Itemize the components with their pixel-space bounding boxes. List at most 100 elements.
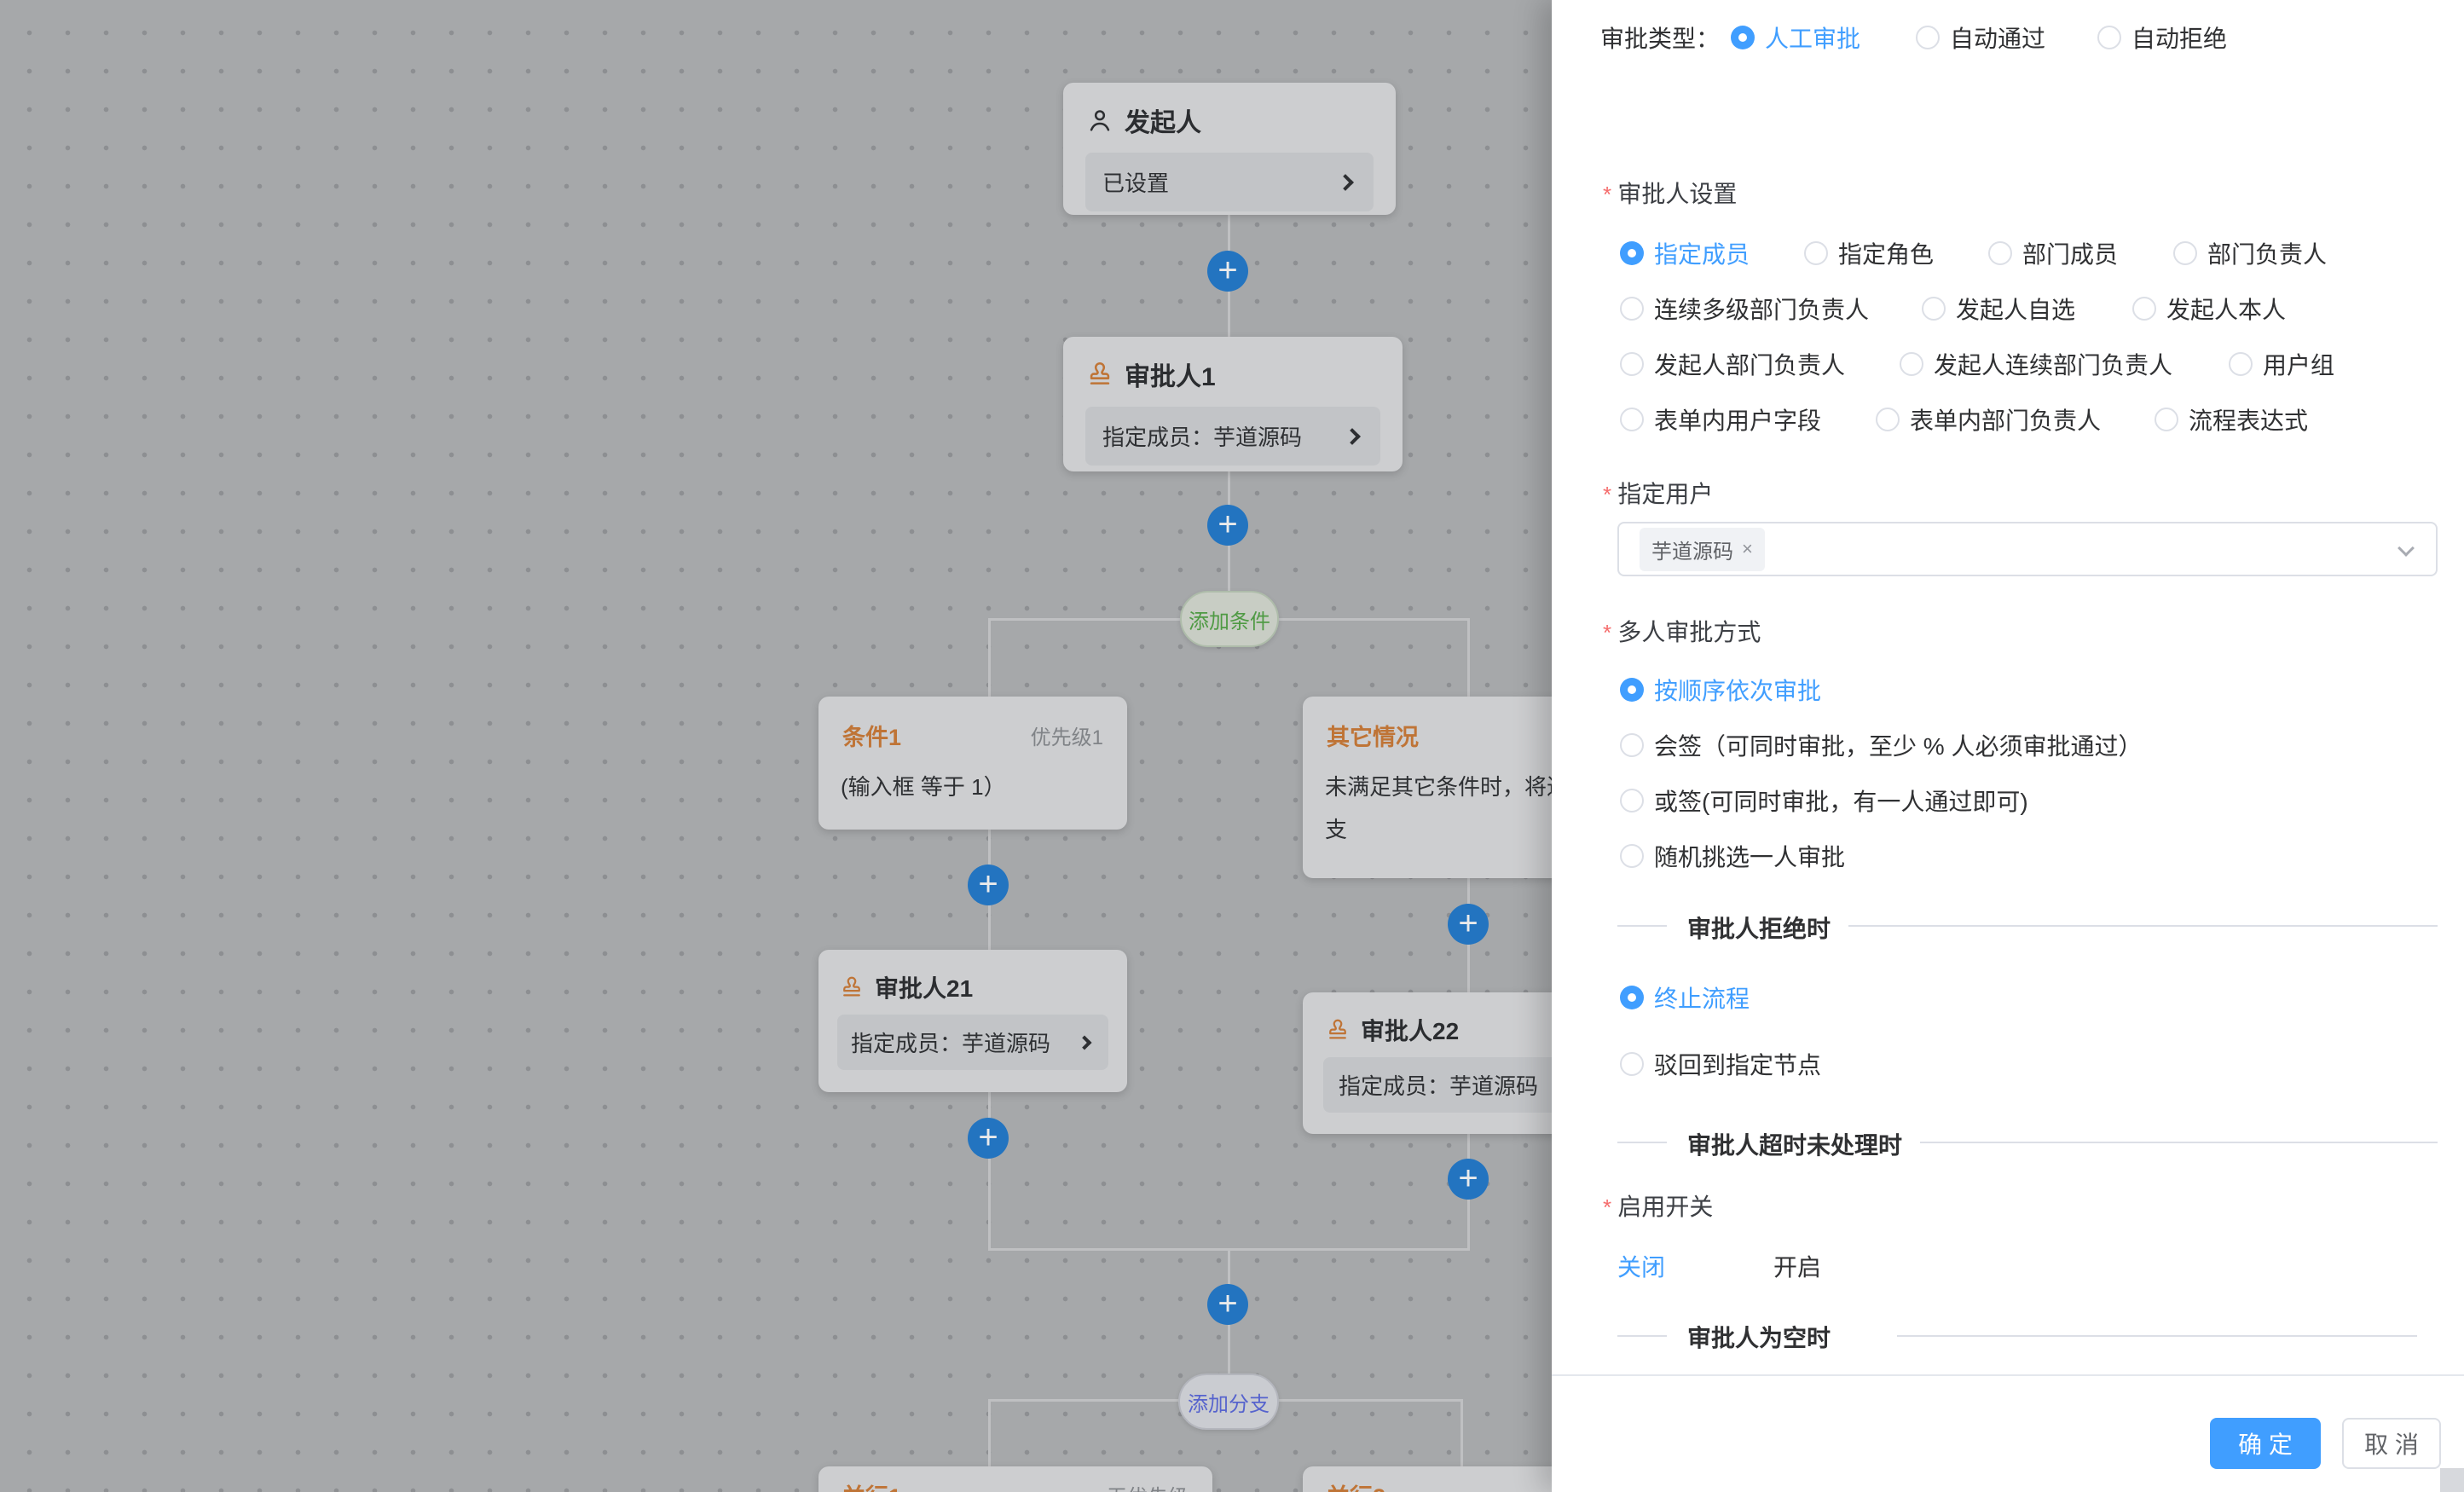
footer-divider: [1552, 1374, 2464, 1376]
node-approver1-header: 审批人1: [1063, 337, 1403, 403]
node-approver1[interactable]: 审批人1 指定成员：芋道源码: [1063, 337, 1403, 471]
radio-multi-level-dept-leader[interactable]: 连续多级部门负责人: [1620, 292, 1869, 326]
stamp-icon: [1085, 360, 1114, 389]
add-node-button[interactable]: [968, 865, 1009, 905]
radio-icon: [1620, 789, 1644, 813]
radio-assign-role[interactable]: 指定角色: [1804, 236, 1934, 270]
radio-dept-leader[interactable]: 部门负责人: [2173, 236, 2327, 270]
radio-icon: [1804, 241, 1828, 265]
add-condition-button[interactable]: 添加条件: [1180, 591, 1279, 647]
multi-approve-label: 多人审批方式: [1603, 614, 1761, 648]
radio-process-expression[interactable]: 流程表达式: [2155, 402, 2308, 437]
user-tag[interactable]: 芋道源码 ×: [1640, 528, 1765, 571]
node-config-row[interactable]: 已设置: [1085, 153, 1374, 211]
add-branch-label: 添加分支: [1188, 1387, 1270, 1417]
node-approver21[interactable]: 审批人21 指定成员：芋道源码: [818, 950, 1127, 1092]
add-node-button[interactable]: [1207, 505, 1248, 546]
assign-user-select[interactable]: 芋道源码 ×: [1617, 522, 2438, 576]
node-config-text: 指定成员：芋道源码: [851, 1026, 1050, 1058]
connector-line: [988, 618, 991, 697]
add-node-button[interactable]: [1207, 251, 1248, 292]
divider-line: [1617, 1142, 1667, 1143]
add-node-button[interactable]: [1207, 1284, 1248, 1325]
radio-sequential[interactable]: 按顺序依次审批: [1620, 673, 1821, 707]
node-config-text: 指定成员：芋道源码: [1102, 420, 1302, 452]
on-empty-section-clipped: 审批人为空时: [1582, 1315, 2438, 1350]
radio-selected-icon: [1620, 678, 1644, 702]
condition-expression: (输入框 等于 1）: [818, 759, 1127, 815]
chevron-right-icon: [1344, 428, 1361, 445]
switch-on-label[interactable]: 开启: [1773, 1249, 1821, 1283]
parallel-title: 并行1: [842, 1478, 901, 1492]
condition-title: 条件1: [842, 719, 901, 752]
radio-initiator-choose[interactable]: 发起人自选: [1922, 292, 2075, 326]
radio-random-one[interactable]: 随机挑选一人审批: [1620, 839, 1845, 873]
approve-type-label: 审批类型：: [1600, 20, 1720, 55]
radio-orsign[interactable]: 或签(可同时审批，有一人通过即可): [1620, 784, 2028, 818]
parallel-header: 并行1 无优先级: [818, 1466, 1212, 1492]
node-title: 发起人: [1125, 101, 1201, 139]
parallel-title: 并行2: [1327, 1478, 1385, 1492]
node-parallel1[interactable]: 并行1 无优先级: [818, 1466, 1212, 1492]
confirm-button[interactable]: 确 定: [2210, 1418, 2321, 1469]
radio-selected-icon: [1620, 241, 1644, 265]
node-condition1[interactable]: 条件1 优先级1 (输入框 等于 1）: [818, 697, 1127, 830]
radio-initiator-multi-dept-leader[interactable]: 发起人连续部门负责人: [1900, 347, 2172, 381]
divider-line: [1848, 925, 2438, 927]
radio-assign-member[interactable]: 指定成员: [1620, 236, 1750, 270]
stamp-icon: [839, 974, 865, 1000]
on-timeout-title: 审批人超时未处理时: [1687, 1127, 1902, 1161]
divider-line: [1920, 1142, 2438, 1143]
divider-line: [1897, 1335, 2417, 1337]
radio-icon: [2097, 26, 2121, 49]
flow-canvas: 发起人 已设置 审批人1 指定成员：芋道源码 添加条件: [0, 0, 1552, 1492]
radio-manual-approve[interactable]: 人工审批: [1731, 20, 1860, 55]
radio-initiator-dept-leader[interactable]: 发起人部门负责人: [1620, 347, 1845, 381]
radio-initiator-self[interactable]: 发起人本人: [2132, 292, 2286, 326]
add-condition-label: 添加条件: [1189, 604, 1270, 634]
radio-selected-icon: [1731, 26, 1755, 49]
radio-user-group[interactable]: 用户组: [2229, 347, 2334, 381]
node-start[interactable]: 发起人 已设置: [1063, 83, 1396, 215]
radio-icon: [1620, 408, 1644, 431]
node-config-row[interactable]: 指定成员：芋道源码: [1085, 407, 1380, 466]
radio-auto-pass[interactable]: 自动通过: [1916, 20, 2045, 55]
add-node-button[interactable]: [968, 1118, 1009, 1159]
cancel-button[interactable]: 取 消: [2342, 1418, 2441, 1469]
add-node-button[interactable]: [1448, 904, 1489, 945]
radio-dept-member[interactable]: 部门成员: [1988, 236, 2118, 270]
tag-close-icon[interactable]: ×: [1742, 538, 1753, 560]
chevron-right-icon: [1337, 174, 1354, 191]
stamp-icon: [1325, 1017, 1351, 1043]
radio-icon: [2132, 297, 2156, 321]
radio-icon: [1620, 297, 1644, 321]
parallel-priority: 无优先级: [1107, 1480, 1189, 1492]
connector-line: [1460, 1399, 1463, 1468]
radio-icon: [2229, 352, 2253, 376]
add-node-button[interactable]: [1448, 1159, 1489, 1200]
node-config-row[interactable]: 指定成员：芋道源码: [837, 1015, 1108, 1070]
radio-icon: [1620, 1052, 1644, 1076]
radio-terminate-process[interactable]: 终止流程: [1620, 980, 1750, 1015]
node-approver21-header: 审批人21: [818, 950, 1127, 1013]
radio-icon: [1876, 408, 1900, 431]
add-branch-button[interactable]: 添加分支: [1178, 1373, 1279, 1430]
radio-countersign[interactable]: 会签（可同时审批，至少 % 人必须审批通过）: [1620, 728, 2142, 762]
switch-off-label[interactable]: 关闭: [1617, 1249, 1665, 1283]
person-icon: [1085, 106, 1114, 135]
radio-form-dept-leader[interactable]: 表单内部门负责人: [1876, 402, 2101, 437]
connector-line: [988, 1399, 991, 1468]
node-title: 审批人22: [1361, 1013, 1459, 1047]
radio-icon: [2155, 408, 2178, 431]
on-empty-title: 审批人为空时: [1687, 1320, 1831, 1350]
node-config-text: 已设置: [1102, 166, 1169, 198]
divider-line: [1617, 925, 1667, 927]
on-reject-title: 审批人拒绝时: [1687, 911, 1831, 945]
condition-priority: 优先级1: [1031, 720, 1103, 750]
connector-line: [1467, 618, 1470, 697]
radio-auto-reject[interactable]: 自动拒绝: [2097, 20, 2227, 55]
radio-form-user-field[interactable]: 表单内用户字段: [1620, 402, 1821, 437]
radio-return-to-node[interactable]: 驳回到指定节点: [1620, 1047, 1821, 1081]
node-title: 审批人21: [875, 970, 973, 1004]
divider-line: [1617, 1335, 1667, 1337]
